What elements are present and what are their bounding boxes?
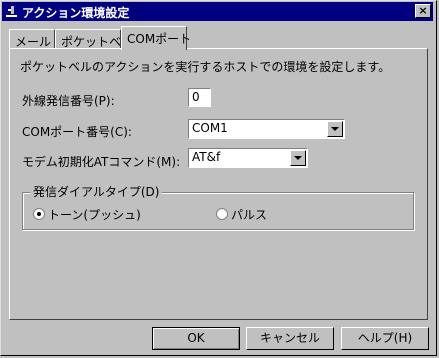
radio-pulse[interactable]: [216, 208, 228, 220]
com-port-select[interactable]: COM1: [188, 119, 345, 139]
tab-mail[interactable]: メール: [9, 29, 55, 49]
title-bar[interactable]: アクション環境設定 ×: [2, 2, 433, 21]
chevron-down-icon[interactable]: [290, 150, 306, 166]
window-title: アクション環境設定: [22, 6, 130, 20]
outside-line-input[interactable]: 0: [188, 88, 211, 107]
tab-label: メール: [15, 35, 52, 49]
modem-command-select[interactable]: AT&f: [188, 148, 308, 168]
com-port-label: COMポート番号(C):: [22, 125, 132, 139]
help-button[interactable]: ヘルプ(H): [341, 327, 429, 350]
outside-line-label: 外線発信番号(P):: [22, 94, 115, 108]
com-port-value: COM1: [192, 121, 228, 135]
radio-pulse-label[interactable]: パルス: [231, 206, 267, 223]
radio-tone[interactable]: [33, 208, 45, 220]
outside-line-value: 0: [192, 90, 200, 104]
tab-label: COMポート: [127, 32, 192, 46]
ok-button[interactable]: OK: [152, 327, 240, 350]
radio-tone-label[interactable]: トーン(プッシュ): [48, 206, 141, 223]
chevron-down-icon[interactable]: [327, 121, 343, 137]
dial-type-title: 発信ダイアルタイプ(D): [30, 183, 163, 200]
modem-label: モデム初期化ATコマンド(M):: [22, 155, 181, 169]
panel-description: ポケットベルのアクションを実行するホストでの環境を設定します。: [20, 60, 391, 74]
close-icon: ×: [418, 4, 428, 17]
close-button[interactable]: ×: [415, 4, 431, 18]
cancel-button[interactable]: キャンセル: [246, 327, 334, 350]
tab-com-port[interactable]: COMポート: [121, 26, 191, 50]
modem-command-value: AT&f: [192, 150, 221, 164]
app-icon: [5, 4, 20, 19]
tab-pager[interactable]: ポケットベル: [55, 29, 133, 49]
